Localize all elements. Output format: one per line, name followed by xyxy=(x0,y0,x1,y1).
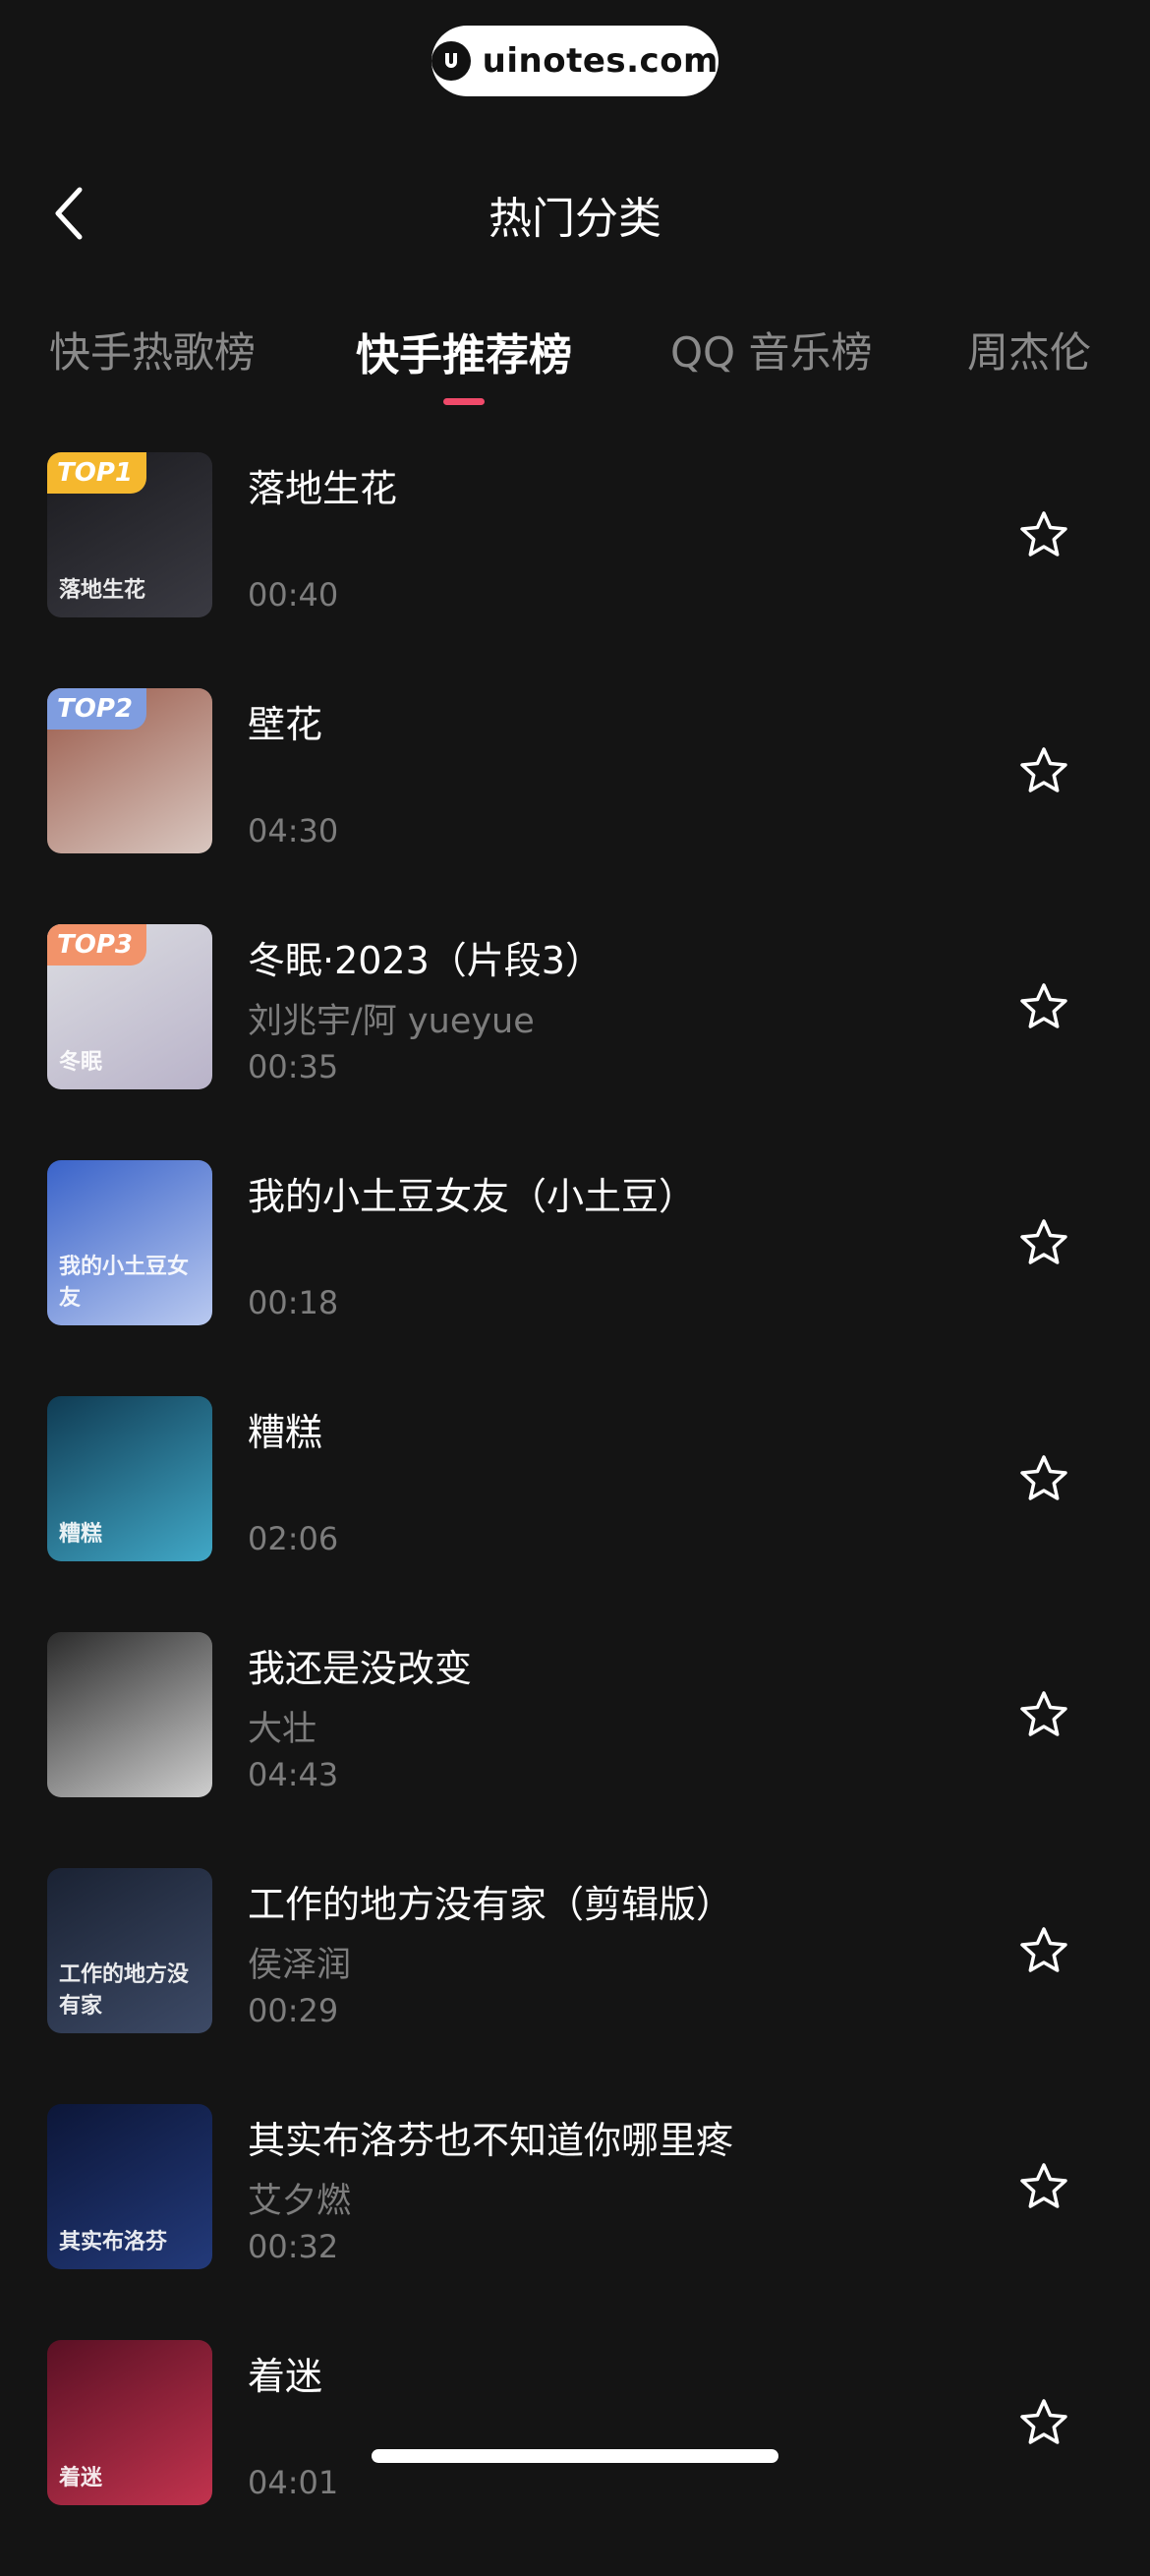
album-cover: 其实布洛芬 xyxy=(47,2104,212,2269)
song-duration: 00:40 xyxy=(248,576,339,614)
tab-jay-chou[interactable]: 周杰伦 xyxy=(967,320,1091,380)
uinotes-logo-icon xyxy=(431,41,471,81)
rank-badge: TOP1 xyxy=(47,452,146,494)
song-duration: 00:29 xyxy=(248,1992,339,2029)
album-cover: TOP1 落地生花 xyxy=(47,452,212,617)
cover-art-text: 我的小土豆女友 xyxy=(59,1255,190,1311)
page-title: 热门分类 xyxy=(489,194,661,244)
song-row[interactable]: 工作的地方没有家 工作的地方没有家（剪辑版） 侯泽润 00:29 xyxy=(0,1868,1150,2104)
song-artist: 刘兆宇/阿 yueyue xyxy=(248,1002,535,1041)
song-duration: 00:35 xyxy=(248,1048,339,1085)
album-cover: TOP3 冬眠 xyxy=(47,924,212,1089)
song-row[interactable]: 我还是没改变大壮 04:43 xyxy=(0,1632,1150,1868)
cover-art-text: 糟糕 xyxy=(59,1522,103,1547)
song-row[interactable]: 糟糕 糟糕 02:06 xyxy=(0,1396,1150,1632)
song-artist: 侯泽润 xyxy=(248,1946,352,1985)
album-cover: 我的小土豆女友 xyxy=(47,1160,212,1325)
song-title: 冬眠·2023（片段3） xyxy=(248,939,603,982)
favorite-star-icon[interactable] xyxy=(1018,509,1069,560)
watermark-text: uinotes.com xyxy=(482,41,719,81)
song-list: TOP1 落地生花 落地生花 00:40 TOP2 壁花 04:30 TOP3 冬眠 冬眠·202… xyxy=(0,452,1150,2576)
song-title: 工作的地方没有家（剪辑版） xyxy=(248,1883,734,1926)
song-title: 我还是没改变 xyxy=(248,1647,473,1690)
song-artist: 艾夕燃 xyxy=(248,2182,352,2221)
song-duration: 00:32 xyxy=(248,2228,339,2265)
album-cover xyxy=(47,1632,212,1797)
song-title: 我的小土豆女友（小土豆） xyxy=(248,1175,697,1218)
tab-bar: 快手热歌榜 快手推荐榜 QQ 音乐榜 周杰伦 xyxy=(0,320,1150,418)
song-row[interactable]: 我的小土豆女友 我的小土豆女友（小土豆） 00:18 xyxy=(0,1160,1150,1396)
favorite-star-icon[interactable] xyxy=(1018,2397,1069,2448)
song-duration: 02:06 xyxy=(248,1520,339,1557)
album-cover: TOP2 xyxy=(47,688,212,853)
favorite-star-icon[interactable] xyxy=(1018,745,1069,796)
song-duration: 04:43 xyxy=(248,1756,339,1793)
song-duration: 04:30 xyxy=(248,812,339,849)
tab-qq-music[interactable]: QQ 音乐榜 xyxy=(670,320,872,380)
cover-art-text: 落地生花 xyxy=(59,578,146,603)
song-duration: 00:18 xyxy=(248,1284,339,1321)
favorite-star-icon[interactable] xyxy=(1018,981,1069,1032)
song-title: 其实布洛芬也不知道你哪里疼 xyxy=(248,2119,734,2162)
tab-kuaishou-hot[interactable]: 快手热歌榜 xyxy=(49,320,256,380)
cover-art-text: 工作的地方没有家 xyxy=(59,1962,190,2019)
cover-art-text: 冬眠 xyxy=(59,1050,103,1075)
album-cover: 着迷 xyxy=(47,2340,212,2505)
cover-art-text: 着迷 xyxy=(59,2466,103,2490)
song-row[interactable]: TOP2 壁花 04:30 xyxy=(0,688,1150,924)
favorite-star-icon[interactable] xyxy=(1018,1453,1069,1504)
song-title: 糟糕 xyxy=(248,1411,323,1454)
song-row[interactable]: TOP1 落地生花 落地生花 00:40 xyxy=(0,452,1150,688)
favorite-star-icon[interactable] xyxy=(1018,1925,1069,1976)
song-row[interactable]: 其实布洛芬 其实布洛芬也不知道你哪里疼艾夕燃 00:32 xyxy=(0,2104,1150,2340)
song-duration: 04:01 xyxy=(248,2464,339,2501)
rank-badge: TOP3 xyxy=(47,924,146,966)
song-row[interactable]: TOP3 冬眠 冬眠·2023（片段3） 刘兆宇/阿 yueyue 00:35 xyxy=(0,924,1150,1160)
watermark-badge: uinotes.com xyxy=(431,26,719,96)
favorite-star-icon[interactable] xyxy=(1018,2161,1069,2212)
album-cover: 工作的地方没有家 xyxy=(47,1868,212,2033)
active-tab-indicator xyxy=(443,398,485,405)
favorite-star-icon[interactable] xyxy=(1018,1217,1069,1268)
album-cover: 糟糕 xyxy=(47,1396,212,1561)
song-title: 落地生花 xyxy=(248,467,398,510)
song-title: 壁花 xyxy=(248,703,323,746)
song-artist: 大壮 xyxy=(248,1710,317,1749)
tab-kuaishou-recommend[interactable]: 快手推荐榜 xyxy=(356,320,572,382)
song-title: 着迷 xyxy=(248,2355,323,2398)
home-indicator[interactable] xyxy=(372,2449,778,2463)
favorite-star-icon[interactable] xyxy=(1018,1689,1069,1740)
cover-art-text: 其实布洛芬 xyxy=(59,2230,168,2254)
rank-badge: TOP2 xyxy=(47,688,146,730)
